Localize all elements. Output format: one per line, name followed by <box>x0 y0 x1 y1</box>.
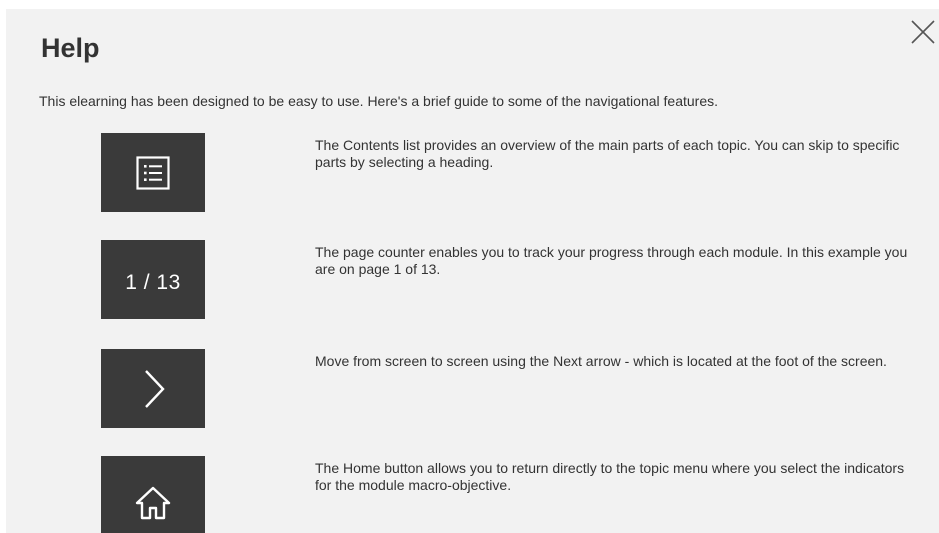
home-button-example <box>101 456 205 533</box>
next-description: Move from screen to screen using the Nex… <box>315 353 887 369</box>
page-counter-example: 1 / 13 <box>101 240 205 319</box>
close-icon[interactable] <box>910 19 936 45</box>
page-counter-text: 1 / 13 <box>125 270 181 294</box>
feature-row-contents: The Contents list provides an overview o… <box>6 133 939 213</box>
feature-row-home: The Home button allows you to return dir… <box>6 456 939 533</box>
dialog-title: Help <box>41 33 100 63</box>
contents-list-icon <box>136 155 170 190</box>
feature-row-next: Move from screen to screen using the Nex… <box>6 349 939 429</box>
home-icon <box>135 486 171 519</box>
next-button-example <box>101 349 205 428</box>
help-dialog: Help This elearning has been designed to… <box>6 9 939 533</box>
home-description: The Home button allows you to return dir… <box>315 460 905 493</box>
contents-button-example <box>101 133 205 212</box>
contents-description: The Contents list provides an overview o… <box>315 137 900 170</box>
feature-row-page-counter: 1 / 13 The page counter enables you to t… <box>6 240 939 320</box>
chevron-right-icon <box>145 369 165 408</box>
intro-text: This elearning has been designed to be e… <box>39 93 718 109</box>
close-button[interactable] <box>905 14 939 50</box>
page-counter-description: The page counter enables you to track yo… <box>315 244 908 277</box>
